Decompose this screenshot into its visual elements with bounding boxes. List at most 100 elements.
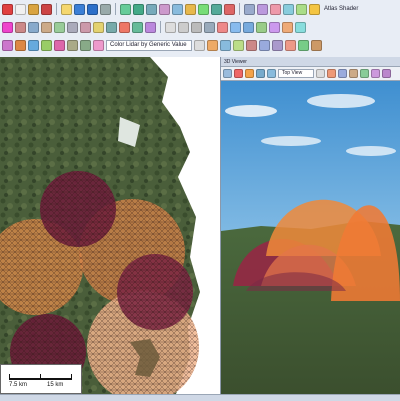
tools-icon[interactable] [349,69,358,78]
merge-icon[interactable] [132,21,143,33]
refresh-icon[interactable] [295,21,306,33]
orbit-icon[interactable] [223,69,232,78]
profile-icon[interactable] [41,39,52,51]
tree-icon[interactable] [298,39,309,51]
lidar-icon[interactable] [2,39,13,51]
settings-icon[interactable] [100,3,111,15]
scale-label-1: 7.5 km [9,382,28,388]
move-icon[interactable] [178,21,189,33]
export-icon[interactable] [211,3,222,15]
cloud [261,136,321,146]
pencil-icon[interactable] [2,21,13,33]
shader-label[interactable]: Atlas Shader [322,6,360,12]
layers-icon[interactable] [159,3,170,15]
3d-scene[interactable] [221,81,400,394]
3d-viewer-panel[interactable]: 3D Viewer Top View [221,57,400,394]
info-icon[interactable] [74,3,85,15]
viewer-title: 3D Viewer [221,57,400,67]
measure-icon[interactable] [80,21,91,33]
bookmark-icon[interactable] [282,21,293,33]
open-icon[interactable] [28,3,39,15]
chevron-down-icon[interactable] [316,69,325,78]
shader-icon[interactable] [309,3,320,15]
classify-icon[interactable] [15,39,26,51]
return-icon[interactable] [246,39,257,51]
chart-icon[interactable] [146,3,157,15]
cloud [307,94,375,108]
density-icon[interactable] [207,39,218,51]
terrain-icon[interactable] [185,3,196,15]
separator [115,3,116,15]
zoom-out-icon[interactable] [243,21,254,33]
table-icon[interactable] [120,3,131,15]
separator [56,3,57,15]
line-icon[interactable] [15,21,26,33]
compass-icon[interactable] [327,69,336,78]
polygon-icon[interactable] [28,21,39,33]
cursor-icon[interactable] [165,21,176,33]
pan-icon[interactable] [256,21,267,33]
folder-icon[interactable] [61,3,72,15]
point-icon[interactable] [41,21,52,33]
split-icon[interactable] [145,21,156,33]
contour-icon[interactable] [80,39,91,51]
scale-tick [40,374,41,380]
tool-icon[interactable] [224,3,235,15]
settings-icon[interactable] [360,69,369,78]
map-canvas[interactable] [0,57,220,394]
grid-icon[interactable] [133,3,144,15]
build-icon[interactable] [272,39,283,51]
palette-icon[interactable] [198,3,209,15]
surface-icon[interactable] [67,39,78,51]
filter-icon[interactable] [28,39,39,51]
fullscreen-icon[interactable] [382,69,391,78]
export-icon[interactable] [371,69,380,78]
grid-lidar-icon[interactable] [259,39,270,51]
view-combo[interactable]: Top View [278,69,314,78]
separator [160,21,161,33]
new-icon[interactable] [15,3,26,15]
camera-icon[interactable] [256,69,265,78]
light-icon[interactable] [245,69,254,78]
point-cloud-icon[interactable] [93,39,104,51]
warning-icon[interactable] [285,39,296,51]
globe-icon[interactable] [172,3,183,15]
help-icon[interactable] [87,3,98,15]
scale-bar: 7.5 km 15 km [0,364,82,394]
scale-tick [9,374,10,380]
view-icon[interactable] [283,3,294,15]
intensity-icon[interactable] [233,39,244,51]
map-icon[interactable] [296,3,307,15]
road-icon[interactable] [311,39,322,51]
select-icon[interactable] [54,21,65,33]
toolbar-row-3: Color Lidar by Generic Value [0,36,400,54]
flag-icon[interactable] [217,21,228,33]
home-icon[interactable] [269,21,280,33]
edit-icon[interactable] [67,21,78,33]
zoom-in-icon[interactable] [230,21,241,33]
light-icon[interactable] [270,3,281,15]
color-mode-combo[interactable]: Color Lidar by Generic Value [106,39,192,51]
scene-canvas[interactable] [221,81,400,394]
viewer-toolbar: Top View [221,67,400,81]
record-icon[interactable] [234,69,243,78]
scale-icon[interactable] [204,21,215,33]
toolbar-area: Atlas Shader Color Lidar by Generic Valu… [0,0,400,58]
camera-icon[interactable] [257,3,268,15]
rotate-icon[interactable] [191,21,202,33]
home-icon[interactable] [267,69,276,78]
cloud [225,105,277,117]
color-icon[interactable] [54,39,65,51]
delete-icon[interactable] [41,3,52,15]
cut-icon[interactable] [119,21,130,33]
separator [239,3,240,15]
zoom-icon[interactable] [338,69,347,78]
ruler-icon[interactable] [244,3,255,15]
vertex-icon[interactable] [106,21,117,33]
chevron-down-icon[interactable] [194,39,205,51]
close-icon[interactable] [2,3,13,15]
height-icon[interactable] [220,39,231,51]
highlight-icon[interactable] [93,21,104,33]
scale-tick [71,374,72,380]
map-view[interactable]: 7.5 km 15 km [0,57,221,394]
